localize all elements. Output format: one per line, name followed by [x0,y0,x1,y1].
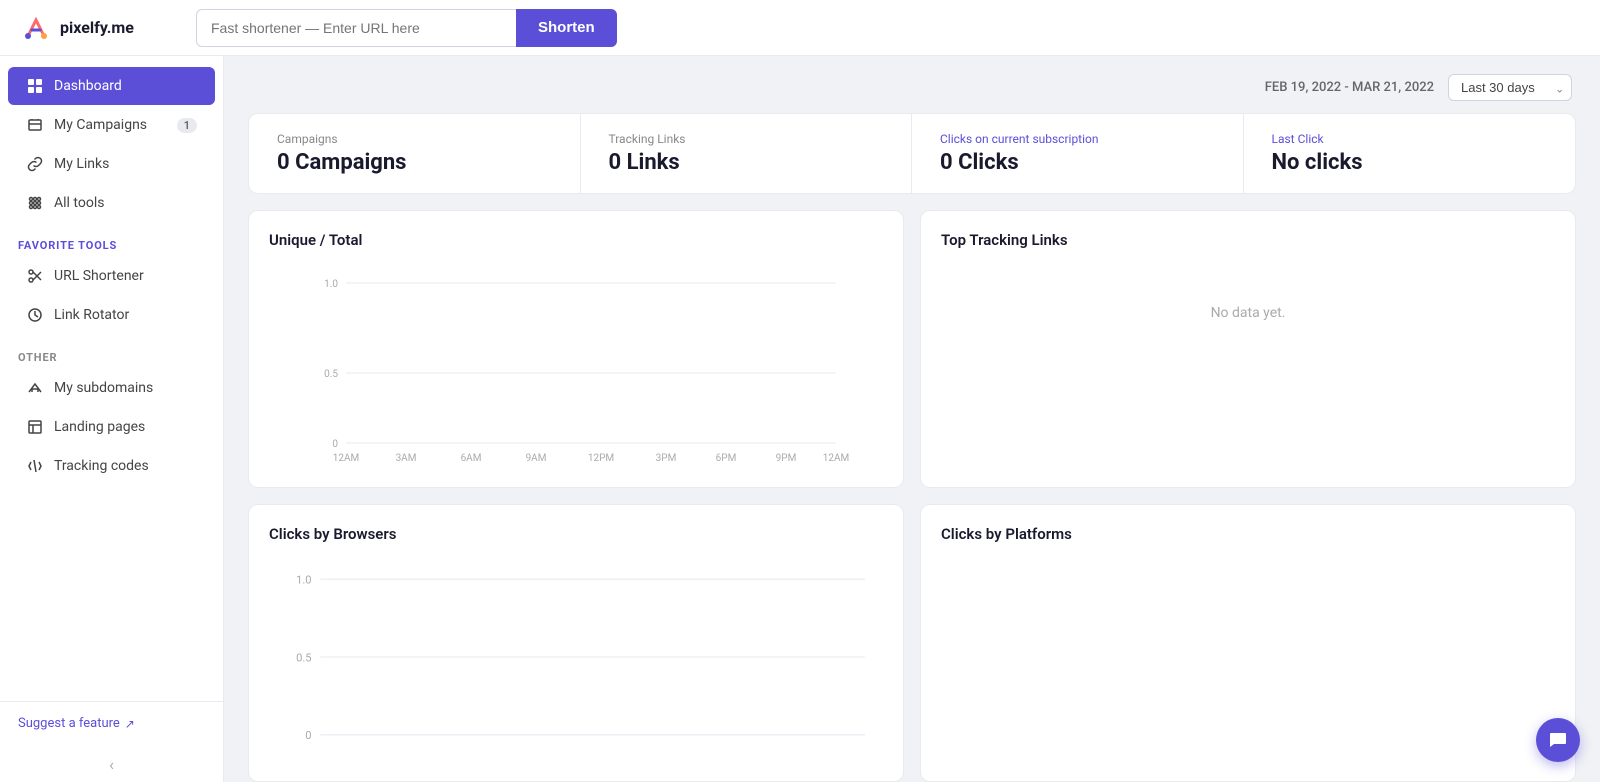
sidebar-label-landing-pages: Landing pages [54,419,145,435]
chart-unique-total-title: Unique / Total [269,231,883,249]
chart-grid: Unique / Total 1.0 0.5 0 12AM 3AM [224,210,1600,782]
chart-clicks-platforms-title: Clicks by Platforms [941,525,1555,543]
svg-text:0: 0 [332,439,338,450]
stat-clicks-label: Clicks on current subscription [940,132,1215,146]
svg-text:0.5: 0.5 [296,651,311,664]
dashboard-icon [26,77,44,95]
sidebar-footer: Suggest a feature ↗ [0,701,223,747]
main-header: FEB 19, 2022 - MAR 21, 2022 Last 30 days… [224,56,1600,113]
topbar: pixelfy.me Shorten [0,0,1600,56]
svg-text:12AM: 12AM [333,453,360,463]
sidebar-label-url-shortener: URL Shortener [54,268,144,284]
sidebar-item-links[interactable]: My Links [8,145,215,183]
sidebar-collapse-button[interactable]: ‹ [0,747,223,782]
stat-links: Tracking Links 0 Links [581,114,913,193]
sidebar-item-landing-pages[interactable]: Landing pages [8,408,215,446]
chart-top-tracking-title: Top Tracking Links [941,231,1555,249]
sidebar-label-links: My Links [54,156,109,172]
date-range-text: FEB 19, 2022 - MAR 21, 2022 [1265,80,1434,95]
favorite-tools-label: FAVORITE TOOLS [0,223,223,256]
chart-top-tracking-empty: No data yet. [941,263,1555,363]
stat-campaigns: Campaigns 0 Campaigns [249,114,581,193]
chart-clicks-browsers-area: 1.0 0.5 0 [269,557,883,761]
stat-last-click-label: Last Click [1272,132,1548,146]
stat-last-click: Last Click No clicks [1244,114,1576,193]
svg-text:0.5: 0.5 [324,369,338,380]
chart-unique-total-area: 1.0 0.5 0 12AM 3AM 6AM 9AM 12PM 3PM 6PM … [269,263,883,467]
url-input[interactable] [196,9,516,47]
chart-unique-total-svg: 1.0 0.5 0 12AM 3AM 6AM 9AM 12PM 3PM 6PM … [269,263,883,463]
sidebar-label-campaigns: My Campaigns [54,117,147,133]
svg-text:9AM: 9AM [526,453,547,463]
collapse-icon: ‹ [109,755,114,774]
svg-text:0: 0 [305,729,311,742]
landing-icon [26,418,44,436]
stat-links-value: 0 Links [609,150,884,175]
sidebar-label-dashboard: Dashboard [54,78,122,94]
suggest-feature-text: Suggest a feature [18,716,120,731]
sidebar-item-dashboard[interactable]: Dashboard [8,67,215,105]
stat-campaigns-label: Campaigns [277,132,552,146]
sidebar-item-tracking-codes[interactable]: Tracking codes [8,447,215,485]
suggest-feature-link[interactable]: Suggest a feature ↗ [18,716,205,731]
date-range-select[interactable]: Last 30 days Last 7 days Last 90 days Cu… [1448,74,1572,101]
svg-text:1.0: 1.0 [296,574,311,587]
sidebar-label-tracking-codes: Tracking codes [54,458,149,474]
stats-row: Campaigns 0 Campaigns Tracking Links 0 L… [248,113,1576,194]
all-tools-icon [26,194,44,212]
shorten-button[interactable]: Shorten [516,9,617,47]
other-label: OTHER [0,335,223,368]
sidebar-label-subdomains: My subdomains [54,380,153,396]
chart-clicks-browsers: Clicks by Browsers 1.0 0.5 0 [248,504,904,782]
chart-clicks-browsers-svg: 1.0 0.5 0 [269,557,883,757]
svg-text:12PM: 12PM [588,453,614,463]
stat-clicks-value: 0 Clicks [940,150,1215,175]
main-content: FEB 19, 2022 - MAR 21, 2022 Last 30 days… [224,56,1600,782]
chart-unique-total: Unique / Total 1.0 0.5 0 12AM 3AM [248,210,904,488]
sidebar-item-link-rotator[interactable]: Link Rotator [8,296,215,334]
svg-text:1.0: 1.0 [324,279,338,290]
sidebar-item-campaigns[interactable]: My Campaigns 1 [8,106,215,144]
logo-text: pixelfy.me [60,18,134,37]
sidebar-label-all-tools: All tools [54,195,104,211]
campaigns-icon [26,116,44,134]
stat-links-label: Tracking Links [609,132,884,146]
svg-text:3AM: 3AM [396,453,417,463]
external-link-icon: ↗ [125,717,135,731]
svg-text:3PM: 3PM [656,453,677,463]
links-icon [26,155,44,173]
chat-widget-button[interactable] [1536,718,1580,762]
url-input-wrapper: Shorten [196,9,656,47]
chart-top-tracking: Top Tracking Links No data yet. [920,210,1576,488]
svg-text:12AM: 12AM [823,453,850,463]
date-select-wrapper: Last 30 days Last 7 days Last 90 days Cu… [1448,74,1572,101]
sidebar-item-all-tools[interactable]: All tools [8,184,215,222]
sidebar-item-url-shortener[interactable]: URL Shortener [8,257,215,295]
svg-text:9PM: 9PM [776,453,797,463]
chart-clicks-browsers-title: Clicks by Browsers [269,525,883,543]
tracking-icon [26,457,44,475]
logo-icon [20,12,52,44]
logo: pixelfy.me [20,12,180,44]
scissors-icon [26,267,44,285]
sidebar-item-subdomains[interactable]: My subdomains [8,369,215,407]
stat-last-click-value: No clicks [1272,150,1548,175]
svg-text:6PM: 6PM [716,453,737,463]
chart-clicks-platforms: Clicks by Platforms [920,504,1576,782]
campaigns-badge: 1 [177,118,197,133]
svg-text:6AM: 6AM [461,453,482,463]
stat-clicks: Clicks on current subscription 0 Clicks [912,114,1244,193]
sidebar-label-link-rotator: Link Rotator [54,307,129,323]
sidebar: Dashboard My Campaigns 1 My Links All t [0,56,224,782]
sidebar-nav: Dashboard My Campaigns 1 My Links All t [0,56,223,701]
app-body: Dashboard My Campaigns 1 My Links All t [0,56,1600,782]
rotator-icon [26,306,44,324]
stat-campaigns-value: 0 Campaigns [277,150,552,175]
chat-icon [1547,729,1569,751]
subdomain-icon [26,379,44,397]
